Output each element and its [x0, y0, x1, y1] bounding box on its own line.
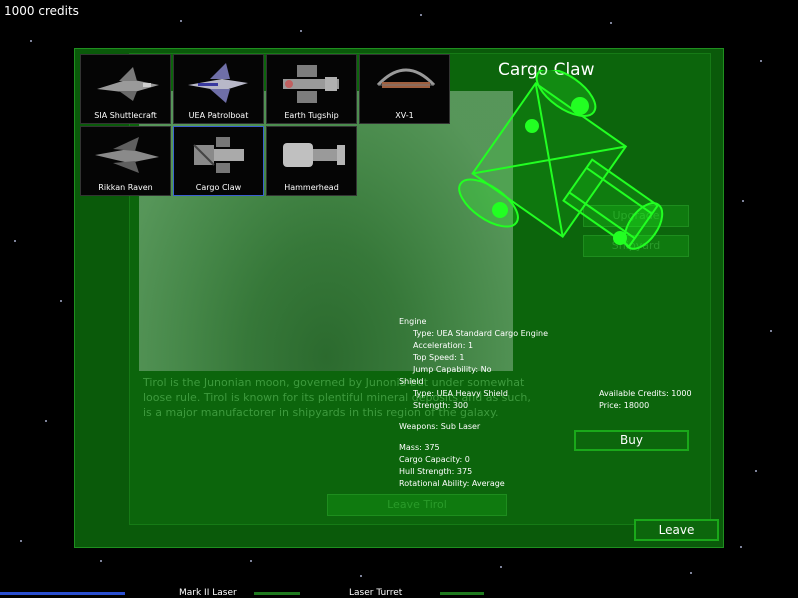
patrolboat-icon: [188, 63, 248, 103]
ship-tile-earth-tugship[interactable]: Earth Tugship: [266, 54, 357, 124]
ship-tile-uea-patrolboat[interactable]: UEA Patrolboat: [173, 54, 264, 124]
purchase-info: Available Credits: 1000 Price: 18000: [599, 388, 692, 412]
ship-tile-hammerhead[interactable]: Hammerhead: [266, 126, 357, 196]
engine-type: Type: UEA Standard Cargo Engine: [413, 329, 549, 338]
ship-price: Price: 18000: [599, 401, 650, 410]
engine-heading: Engine: [399, 317, 427, 326]
weapons: Weapons: Sub Laser: [399, 422, 481, 431]
jump-capability: Jump Capability: No: [413, 365, 492, 374]
acceleration: Acceleration: 1: [413, 341, 474, 350]
weapon-2-gauge: [440, 592, 484, 595]
weapon-1-label: Mark II Laser: [179, 588, 237, 598]
shield-heading: Shield: [399, 377, 424, 386]
rotational-ability: Rotational Ability: Average: [399, 479, 505, 488]
shuttlecraft-icon: [97, 67, 159, 101]
shield-type: Type: UEA Heavy Shield: [413, 389, 508, 398]
ship-stats: Engine Type: UEA Standard Cargo Engine A…: [399, 316, 548, 490]
shield-strength: Strength: 300: [413, 401, 469, 410]
raven-icon: [95, 137, 159, 173]
mass: Mass: 375: [399, 443, 440, 452]
tugship-icon: [283, 65, 339, 103]
cargo-claw-icon: [193, 137, 244, 173]
weapon-status-bar: Mark II Laser Laser Turret: [0, 588, 798, 598]
top-speed: Top Speed: 1: [413, 353, 465, 362]
hull-strength: Hull Strength: 375: [399, 467, 473, 476]
available-credits: Available Credits: 1000: [599, 389, 692, 398]
hammerhead-icon: [283, 143, 345, 167]
ship-tile-rikkan-raven[interactable]: Rikkan Raven: [80, 126, 171, 196]
ship-tile-sia-shuttlecraft[interactable]: SIA Shuttlecraft: [80, 54, 171, 124]
leave-tirol-button: Leave Tirol: [327, 494, 507, 516]
energy-gauge: [0, 592, 125, 595]
cargo-capacity: Cargo Capacity: 0: [399, 455, 470, 464]
leave-button[interactable]: Leave: [634, 519, 719, 541]
ship-tile-cargo-claw[interactable]: Cargo Claw: [173, 126, 264, 196]
buy-button[interactable]: Buy: [574, 430, 689, 451]
credits-counter: 1000 credits: [4, 4, 79, 18]
ship-wireframe: [458, 70, 664, 250]
ship-selector: SIA Shuttlecraft UEA Patrolboat Earth Tu…: [80, 54, 450, 198]
weapon-2-label: Laser Turret: [349, 588, 403, 598]
weapon-1-gauge: [254, 592, 300, 595]
